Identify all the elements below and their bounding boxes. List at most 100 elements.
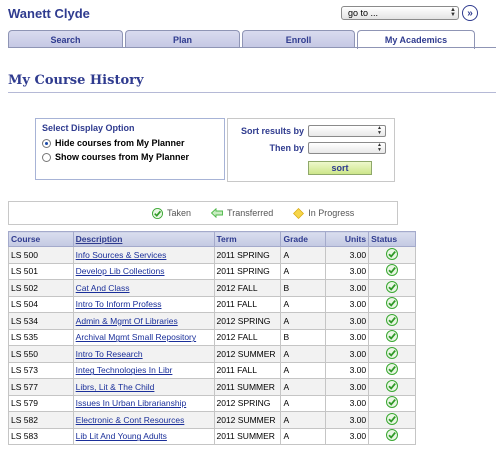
column-header-description[interactable]: Description <box>72 231 215 247</box>
table-row: LS 577 Librs, Lit & The Child 2011 SUMMER A… <box>8 378 416 396</box>
radio-unselected-icon[interactable] <box>42 152 51 162</box>
hide-planner-option[interactable]: Hide courses from My Planner <box>42 136 218 150</box>
units-cell: 3.00 <box>325 246 370 264</box>
page-title: My Course History <box>8 73 144 88</box>
check-icon <box>152 207 163 219</box>
column-header-units[interactable]: Units <box>325 231 370 247</box>
table-row: LS 582 Electronic & Cont Resources 2012 SU… <box>8 411 416 429</box>
title-divider <box>8 92 496 93</box>
grade-cell: B <box>280 328 327 346</box>
course-description-link[interactable]: Issues In Urban Librarianship <box>76 398 187 408</box>
course-history-table: Course Description Term Grade Units Stat… <box>8 231 416 445</box>
grade-cell: A <box>280 411 327 429</box>
legend-taken-label: Taken <box>167 208 192 218</box>
status-cell <box>368 279 416 297</box>
units-cell: 3.00 <box>325 345 370 363</box>
column-header-status[interactable]: Status <box>368 231 416 247</box>
course-description-link[interactable]: Integ Technologies In Libr <box>76 365 173 375</box>
course-cell: LS 550 <box>8 345 74 363</box>
check-icon <box>386 346 399 359</box>
column-header-course[interactable]: Course <box>8 231 74 247</box>
grade-cell: A <box>280 378 327 396</box>
course-description-link[interactable]: Librs, Lit & The Child <box>76 382 155 392</box>
units-cell: 3.00 <box>325 328 370 346</box>
term-cell: 2011 SUMMER <box>213 427 282 445</box>
column-header-grade[interactable]: Grade <box>280 231 327 247</box>
legend-in-progress-label: In Progress <box>308 208 355 218</box>
tab-enroll[interactable]: Enroll <box>242 30 355 48</box>
units-cell: 3.00 <box>325 279 370 297</box>
units-cell: 3.00 <box>325 262 370 280</box>
check-icon <box>386 429 399 442</box>
status-cell <box>368 328 416 346</box>
grade-cell: A <box>280 394 327 412</box>
then-by-label: Then by <box>269 143 304 153</box>
term-cell: 2012 SUMMER <box>213 345 282 363</box>
goto-select[interactable]: go to ... ▲ ▼ <box>341 6 459 20</box>
show-planner-option[interactable]: Show courses from My Planner <box>42 150 218 164</box>
course-description-link[interactable]: Electronic & Cont Resources <box>76 415 185 425</box>
units-cell: 3.00 <box>325 411 370 429</box>
radio-selected-icon[interactable] <box>42 138 51 148</box>
tab-underline <box>8 47 496 48</box>
grade-cell: B <box>280 279 327 297</box>
term-cell: 2011 FALL <box>213 361 282 379</box>
description-cell: Lib Lit And Young Adults <box>72 427 215 445</box>
check-icon <box>386 396 399 409</box>
course-description-link[interactable]: Intro To Research <box>76 349 143 359</box>
course-description-link[interactable]: Admin & Mgmt Of Libraries <box>76 316 178 326</box>
course-cell: LS 583 <box>8 427 74 445</box>
arrow-left-icon <box>211 208 223 218</box>
course-cell: LS 501 <box>8 262 74 280</box>
check-icon <box>386 247 399 260</box>
select-arrows-icon: ▲ ▼ <box>377 125 382 136</box>
table-row: LS 535 Archival Mgmt Small Repository 2012… <box>8 328 416 346</box>
status-cell <box>368 345 416 363</box>
column-header-term[interactable]: Term <box>213 231 282 247</box>
course-cell: LS 504 <box>8 295 74 313</box>
legend-transferred: Transferred <box>211 208 273 218</box>
grade-cell: A <box>280 246 327 264</box>
term-cell: 2012 SPRING <box>213 394 282 412</box>
sort-button[interactable]: sort <box>308 161 372 175</box>
units-cell: 3.00 <box>325 295 370 313</box>
legend-transferred-label: Transferred <box>227 208 274 218</box>
check-icon <box>386 297 399 310</box>
course-description-link[interactable]: Lib Lit And Young Adults <box>76 431 167 441</box>
diamond-icon <box>293 207 305 219</box>
goto-select-value: go to ... <box>348 8 379 18</box>
description-cell: Issues In Urban Librarianship <box>72 394 215 412</box>
tab-search[interactable]: Search <box>8 30 123 48</box>
sort-by-select[interactable]: ▲ ▼ <box>308 125 386 137</box>
status-cell <box>368 427 416 445</box>
status-cell <box>368 378 416 396</box>
units-cell: 3.00 <box>325 361 370 379</box>
description-cell: Integ Technologies In Libr <box>72 361 215 379</box>
grade-cell: A <box>280 262 327 280</box>
check-icon <box>386 330 399 343</box>
description-cell: Admin & Mgmt Of Libraries <box>72 312 215 330</box>
course-description-link[interactable]: Archival Mgmt Small Repository <box>76 332 196 342</box>
tab-plan[interactable]: Plan <box>125 30 240 48</box>
hide-planner-label: Hide courses from My Planner <box>55 138 185 148</box>
tab-bar: Search Plan Enroll My Academics <box>8 30 496 49</box>
course-description-link[interactable]: Develop Lib Collections <box>76 266 165 276</box>
then-by-select[interactable]: ▲ ▼ <box>308 142 386 154</box>
goto-button[interactable]: » <box>462 5 478 21</box>
term-cell: 2012 FALL <box>213 328 282 346</box>
description-cell: Librs, Lit & The Child <box>72 378 215 396</box>
term-cell: 2011 SPRING <box>213 262 282 280</box>
term-cell: 2011 SUMMER <box>213 378 282 396</box>
course-description-link[interactable]: Info Sources & Services <box>76 250 167 260</box>
legend-in-progress: In Progress <box>293 207 355 219</box>
sort-box: Sort results by ▲ ▼ Then by ▲ ▼ sort <box>227 118 395 182</box>
course-description-link[interactable]: Cat And Class <box>76 283 130 293</box>
select-arrows-icon: ▲ ▼ <box>450 7 456 18</box>
grade-cell: A <box>280 312 327 330</box>
course-description-link[interactable]: Intro To Inform Profess <box>76 299 162 309</box>
status-cell <box>368 246 416 264</box>
units-cell: 3.00 <box>325 312 370 330</box>
show-planner-label: Show courses from My Planner <box>55 152 190 162</box>
course-cell: LS 535 <box>8 328 74 346</box>
description-cell: Intro To Inform Profess <box>72 295 215 313</box>
